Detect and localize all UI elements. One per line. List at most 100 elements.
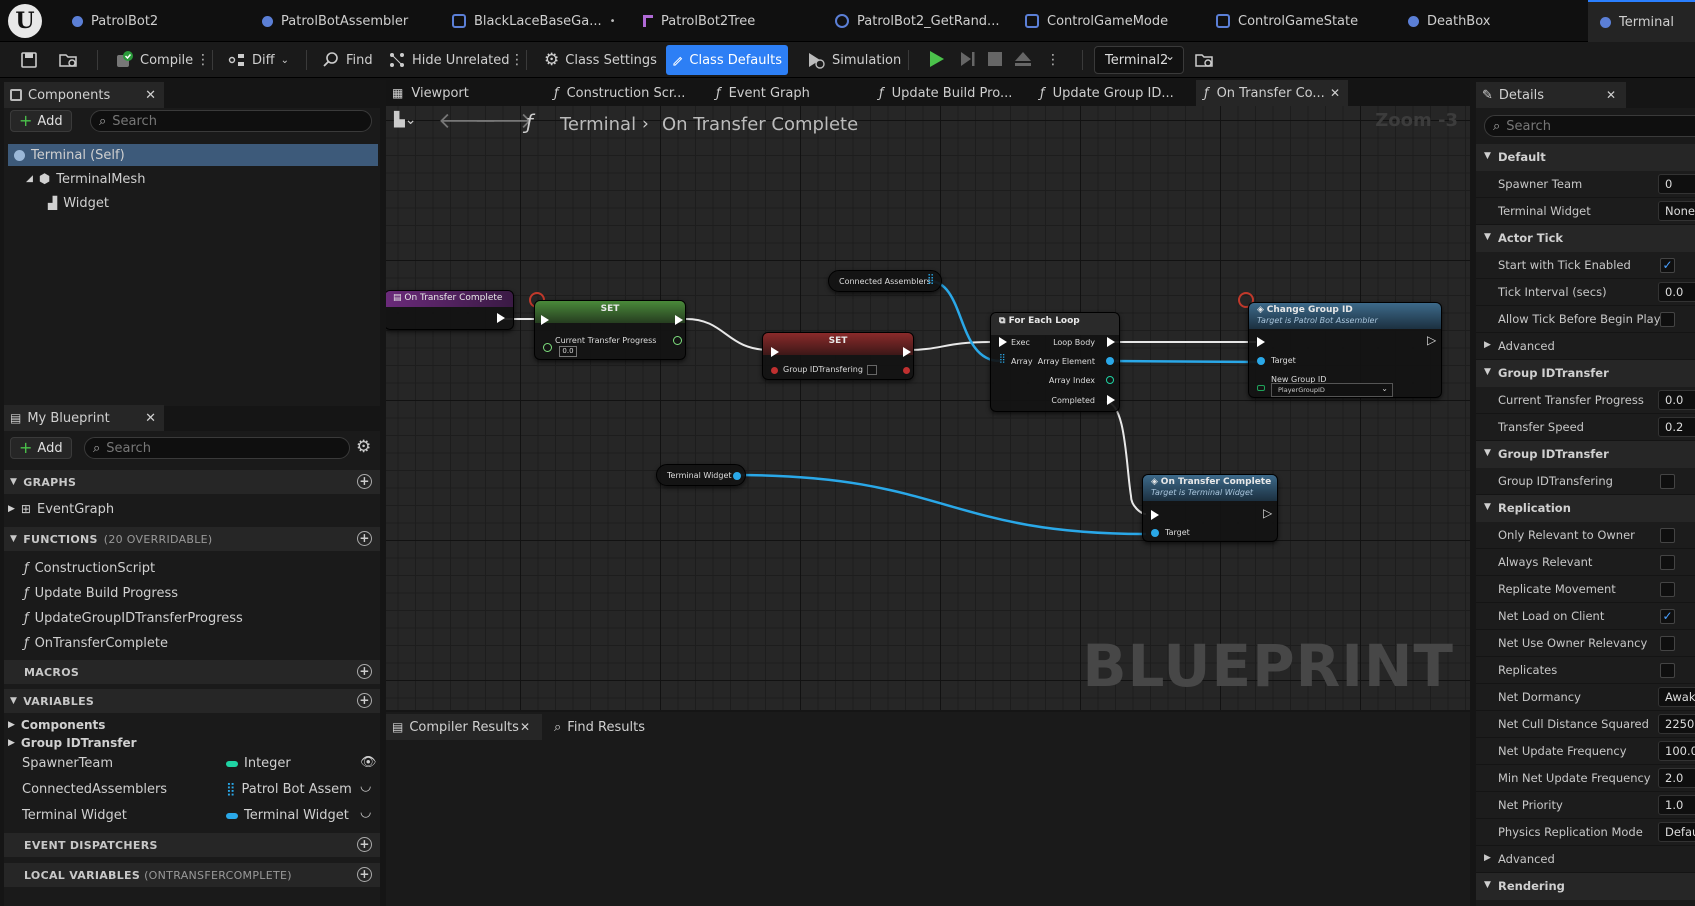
exec-in-pin[interactable] [999, 337, 1007, 347]
details-tab[interactable]: ✎ Details ✕ [1476, 82, 1626, 108]
function-item-constructionscript[interactable]: ƒ ConstructionScript [24, 557, 155, 579]
tab-patrolbotassembler[interactable]: PatrolBotAssembler [262, 6, 408, 36]
hide-unrelated-options-icon[interactable]: ⋮ [510, 50, 524, 70]
stop-icon[interactable] [984, 48, 1006, 70]
exec-out-pin[interactable] [497, 313, 505, 323]
simulation-button[interactable]: Simulation [800, 45, 907, 75]
variable-spawnerteam[interactable]: SpawnerTeam Integer 👁 [22, 753, 382, 775]
debug-object-select[interactable]: Terminal2 ⌄ [1094, 46, 1184, 74]
only-relevant-to-owner-checkbox[interactable] [1660, 528, 1675, 543]
current-transfer-progress-input[interactable]: 0.0 [1658, 390, 1695, 410]
net-update-frequency-input[interactable]: 100.0 [1658, 741, 1695, 761]
add-function-icon[interactable]: + [357, 531, 372, 546]
component-terminal-self[interactable]: Terminal (Self) [8, 144, 378, 166]
closed-eye-icon[interactable]: ◡ [360, 805, 371, 820]
graph-item-eventgraph[interactable]: ▶ ⊞ EventGraph [8, 498, 114, 520]
exec-in-pin[interactable] [1151, 510, 1159, 520]
node-set-group-idtransfering[interactable]: SET Group IDTransfering [762, 332, 914, 380]
details-advanced-7[interactable]: ▶ Advanced [1476, 333, 1695, 360]
details-category-rendering[interactable]: ▼ Rendering [1476, 873, 1695, 900]
play-icon[interactable] [925, 48, 947, 70]
tab-deathbox[interactable]: DeathBox [1408, 6, 1490, 36]
close-icon[interactable]: ✕ [1606, 88, 1616, 102]
terminal-widget-input[interactable]: None [1658, 201, 1695, 221]
net-load-on-client-checkbox[interactable]: ✓ [1660, 609, 1675, 624]
add-variable-icon[interactable]: + [357, 693, 372, 708]
float-pin[interactable] [543, 343, 552, 352]
exec-out-pin[interactable] [903, 347, 911, 357]
browse-debug-object-button[interactable] [1188, 45, 1220, 75]
array-in-pin-icon[interactable]: ⣿ [999, 354, 1006, 364]
my-blueprint-tab[interactable]: ▤ My Blueprint ✕ [4, 405, 164, 431]
add-local-variable-icon[interactable]: + [357, 867, 372, 882]
play-options-icon[interactable]: ⋮ [1046, 50, 1060, 70]
details-category-group-idtransfer[interactable]: ▼ Group IDTransfer [1476, 441, 1695, 468]
loop-body-exec-pin[interactable] [1107, 337, 1115, 347]
start-with-tick-enabled-checkbox[interactable]: ✓ [1660, 258, 1675, 273]
exec-in-pin[interactable] [541, 315, 549, 325]
close-icon[interactable]: ✕ [1330, 86, 1340, 100]
node-change-group-id[interactable]: ◈ Change Group ID Target is Patrol Bot As… [1248, 302, 1442, 398]
component-widget[interactable]: ▟ Widget [48, 192, 109, 214]
group-id-pin[interactable] [1257, 385, 1265, 391]
find-button[interactable]: Find [316, 45, 379, 75]
replicate-movement-checkbox[interactable] [1660, 582, 1675, 597]
group-idtransfering-checkbox[interactable] [1660, 474, 1675, 489]
tab-update-build-progress[interactable]: ƒ Update Build Pro... [879, 80, 1012, 106]
float-value-input[interactable]: 0.0 [559, 346, 577, 357]
function-item-ontransfercomplete[interactable]: ƒ OnTransferComplete [24, 632, 168, 654]
spawner-team-input[interactable]: 0 [1658, 174, 1695, 194]
eject-icon[interactable] [1012, 48, 1034, 70]
functions-section-header[interactable]: ▼ FUNCTIONS (20 OVERRIDABLE) + [4, 527, 380, 551]
event-dispatchers-section-header[interactable]: EVENT DISPATCHERS + [4, 833, 380, 857]
close-icon[interactable]: ✕ [520, 720, 530, 734]
tab-construction-script[interactable]: ƒ Construction Scr... [554, 80, 685, 106]
physics-replication-mode-input[interactable]: Default [1658, 822, 1695, 842]
tab-event-graph[interactable]: ƒ Event Graph [716, 80, 810, 106]
class-defaults-button[interactable]: Class Defaults [666, 45, 788, 75]
hide-unrelated-button[interactable]: Hide Unrelated [382, 45, 516, 75]
variable-connectedassemblers[interactable]: ConnectedAssemblers ⣿ Patrol Bot Assembl … [22, 779, 382, 801]
add-dispatcher-icon[interactable]: + [357, 837, 372, 852]
function-item-updategroupidtransferprogress[interactable]: ƒ UpdateGroupIDTransferProgress [24, 607, 243, 629]
components-add-button[interactable]: + Add [10, 110, 72, 132]
group-id-select[interactable]: PlayerGroupID ⌄ [1271, 383, 1393, 397]
local-variables-section-header[interactable]: LOCAL VARIABLES (ONTRANSFERCOMPLETE) + [4, 863, 380, 887]
tab-viewport[interactable]: ▦ Viewport [392, 80, 469, 106]
graphs-section-header[interactable]: ▼ GRAPHS + [4, 470, 380, 494]
always-relevant-checkbox[interactable] [1660, 555, 1675, 570]
boolean-out-pin[interactable] [903, 367, 910, 374]
graph-canvas[interactable]: ▙⌄ 🡐 🡒 ƒ Terminal › On Transfer Complete… [386, 106, 1470, 710]
array-index-pin[interactable] [1106, 376, 1114, 384]
array-element-pin[interactable] [1106, 357, 1114, 365]
tab-patrolbot2tree[interactable]: PatrolBot2Tree [643, 6, 755, 36]
tab-on-transfer-complete[interactable]: ƒ On Transfer Co... ✕ [1196, 80, 1348, 106]
compile-options-icon[interactable]: ⋮ [196, 50, 210, 70]
variable-terminal-widget[interactable]: Terminal Widget Terminal Widget ◡ [22, 805, 382, 827]
boolean-checkbox[interactable] [867, 365, 877, 375]
tab-patrolbot2-getrandom[interactable]: PatrolBot2_GetRand... [835, 6, 999, 36]
my-blueprint-add-button[interactable]: + Add [10, 437, 72, 459]
net-use-owner-relevancy-checkbox[interactable] [1660, 636, 1675, 651]
settings-gear-icon[interactable]: ⚙ [356, 437, 371, 457]
components-search-input[interactable]: ⌕ Search [90, 110, 372, 132]
node-get-terminal-widget[interactable]: Terminal Widget [656, 464, 746, 486]
tab-controlgamestate[interactable]: ControlGameState [1216, 6, 1358, 36]
node-set-current-transfer-progress[interactable]: SET Current Transfer Progress 0.0 [534, 300, 686, 360]
target-pin[interactable] [1151, 529, 1159, 537]
component-terminalmesh[interactable]: ◢ ⬢ TerminalMesh [26, 168, 145, 190]
closed-eye-icon[interactable]: ◡ [360, 779, 371, 794]
save-button[interactable] [14, 45, 44, 75]
exec-out-pin[interactable] [675, 315, 683, 325]
object-out-pin[interactable] [733, 472, 741, 480]
tab-terminal[interactable]: Terminal [1588, 0, 1695, 42]
node-call-on-transfer-complete[interactable]: ◈ On Transfer Complete Target is Terminal… [1142, 474, 1278, 542]
details-category-group-idtransfer[interactable]: ▼ Group IDTransfer [1476, 360, 1695, 387]
details-category-actor-tick[interactable]: ▼ Actor Tick [1476, 225, 1695, 252]
variable-category-group-idtransfer[interactable]: ▶ Group IDTransfer [8, 732, 137, 754]
compile-button[interactable]: Compile [108, 45, 199, 75]
macros-section-header[interactable]: MACROS + [4, 660, 380, 684]
tab-update-group-id[interactable]: ƒ Update Group ID... [1040, 80, 1174, 106]
node-on-transfer-complete-entry[interactable]: ▤ On Transfer Complete [386, 290, 514, 330]
add-macro-icon[interactable]: + [357, 664, 372, 679]
